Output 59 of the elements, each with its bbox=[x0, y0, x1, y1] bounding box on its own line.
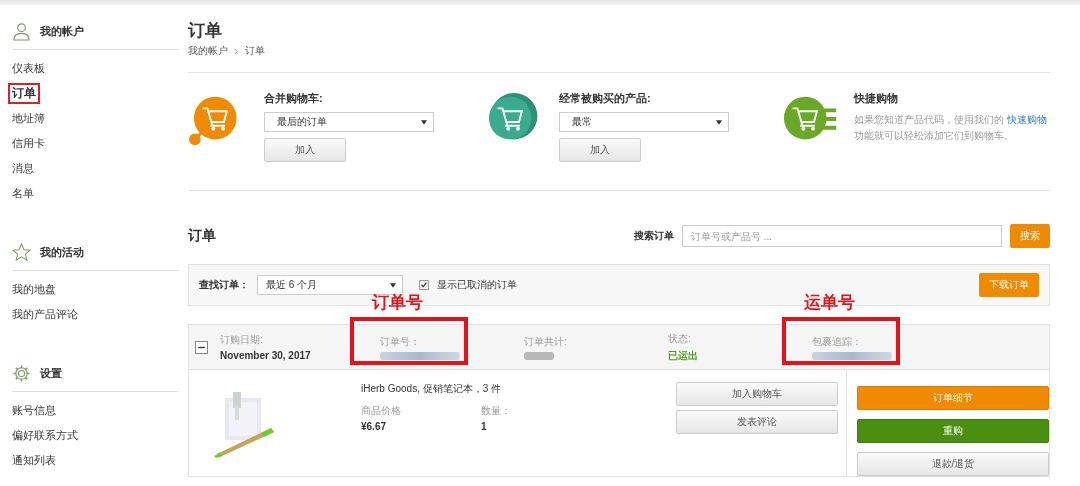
field-value: November 30, 2017 bbox=[220, 350, 312, 361]
quantity-label: 数量： bbox=[481, 404, 512, 418]
caret-icon bbox=[390, 282, 396, 288]
field-label: 订单共计: bbox=[524, 334, 568, 349]
caret-icon bbox=[421, 119, 427, 125]
promo-description: 如果您知道产品代码，使用我们的 快速购物 功能就可以轻松添加它们到购物车。 bbox=[854, 113, 1048, 143]
sidebar-item[interactable]: 名单 bbox=[8, 183, 38, 204]
section-title: 我的帐户 bbox=[40, 23, 84, 39]
sidebar-item[interactable]: 消息 bbox=[8, 158, 38, 179]
sidebar-item[interactable]: 我的地盘 bbox=[8, 279, 60, 300]
sidebar-item[interactable]: 我的产品评论 bbox=[8, 304, 82, 325]
field-label: 订购日期: bbox=[220, 333, 264, 347]
checkbox-label: 显示已取消的订单 bbox=[437, 278, 517, 292]
person-icon bbox=[12, 21, 31, 41]
settings-icon bbox=[12, 363, 31, 383]
collapse-button[interactable] bbox=[195, 340, 208, 354]
sidebar-item[interactable]: 订单 bbox=[8, 83, 40, 104]
quantity: 1 bbox=[481, 421, 488, 432]
caret-icon bbox=[716, 119, 722, 125]
item-button[interactable]: 发表评论 bbox=[676, 410, 838, 434]
order-action-button[interactable]: 退款/退货 bbox=[857, 452, 1049, 476]
field-label: 订单号： bbox=[380, 334, 421, 349]
price-label: 商品价格 bbox=[361, 404, 402, 418]
filter-label: 查找订单： bbox=[199, 278, 249, 292]
promo-label: 快捷购物 bbox=[854, 91, 899, 106]
field-label: 包裹追踪： bbox=[812, 334, 863, 349]
section-title: 设置 bbox=[40, 365, 62, 381]
price: ¥6.67 bbox=[361, 421, 388, 432]
search-field[interactable]: 订单号或产品号 ... bbox=[682, 225, 1002, 247]
sidebar-item[interactable]: 通知列表 bbox=[8, 450, 60, 471]
check-icon bbox=[420, 281, 428, 289]
search-label: 搜索订单 bbox=[634, 229, 674, 243]
star-icon bbox=[12, 242, 31, 262]
section-title: 订单 bbox=[188, 227, 216, 245]
sidebar-item[interactable]: 账号信息 bbox=[8, 400, 60, 421]
checkbox[interactable] bbox=[419, 280, 429, 290]
quick-shop-link[interactable]: 快速购物 bbox=[1006, 114, 1047, 125]
promo-label: 经常被购买的产品: bbox=[559, 91, 652, 106]
page-title: 订单 bbox=[188, 20, 223, 42]
order-action-button[interactable]: 重购 bbox=[857, 419, 1049, 443]
promo-label: 合并购物车: bbox=[264, 91, 324, 106]
field-value: 已运出 bbox=[668, 348, 699, 363]
sidebar-item[interactable]: 地址簿 bbox=[8, 108, 49, 129]
breadcrumb-link[interactable]: 订单 bbox=[245, 44, 265, 58]
dropdown[interactable]: 最常 bbox=[559, 112, 729, 132]
dropdown[interactable]: 最后的订单 bbox=[264, 112, 434, 132]
item-button[interactable]: 加入购物车 bbox=[676, 382, 838, 406]
annotation-label: 运单号 bbox=[804, 291, 855, 314]
add-button[interactable]: 加入 bbox=[559, 138, 641, 162]
chevron-icon bbox=[234, 47, 239, 55]
sidebar-item[interactable]: 仪表板 bbox=[8, 58, 49, 79]
breadcrumb-link[interactable]: 我的帐户 bbox=[188, 44, 228, 58]
sidebar-item[interactable]: 信用卡 bbox=[8, 133, 49, 154]
sidebar-item[interactable]: 偏好联系方式 bbox=[8, 425, 82, 446]
product-name: iHerb Goods, 促销笔记本，3 件 bbox=[361, 382, 503, 396]
add-button[interactable]: 加入 bbox=[264, 138, 346, 162]
section-title: 我的活动 bbox=[40, 244, 84, 260]
dropdown[interactable]: 最近 6 个月 bbox=[257, 275, 403, 295]
field-label: 状态: bbox=[668, 331, 692, 346]
